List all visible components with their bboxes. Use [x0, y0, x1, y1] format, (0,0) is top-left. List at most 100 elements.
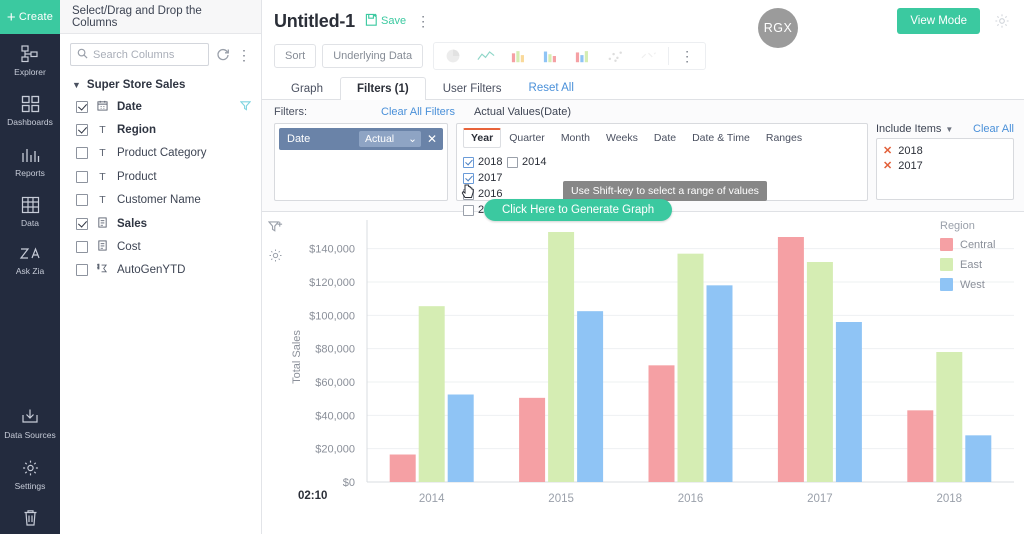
chart-overflow-icon[interactable]: ⋮ [673, 49, 701, 63]
scatter-chart-icon[interactable] [600, 47, 631, 65]
column-checkbox[interactable] [76, 194, 88, 207]
sort-button[interactable]: Sort [274, 44, 317, 68]
remove-icon[interactable]: ✕ [883, 144, 892, 157]
bar-2017-East[interactable] [806, 262, 833, 482]
bar-2015-Central[interactable] [519, 397, 546, 482]
column-checkbox[interactable] [76, 100, 88, 113]
include-items-label[interactable]: Include Items [876, 123, 941, 135]
sidebar-item-settings[interactable]: Settings [0, 448, 60, 498]
column-item-sales[interactable]: Sales [60, 212, 261, 235]
create-button[interactable]: + Create [0, 0, 60, 34]
bar-2018-East[interactable] [936, 352, 963, 482]
sidebar-item-reports[interactable]: Reports [0, 135, 60, 185]
filter-applied-icon[interactable] [239, 100, 252, 114]
subtab-quarter[interactable]: Quarter [501, 128, 553, 148]
clear-all-filters-link[interactable]: Clear All Filters [381, 106, 455, 118]
tab-user-filters[interactable]: User Filters [426, 77, 519, 100]
close-icon[interactable]: ✕ [427, 132, 437, 146]
column-checkbox[interactable] [76, 241, 88, 254]
avatar[interactable]: RGX [758, 8, 798, 48]
bar-2018-Central[interactable] [907, 410, 934, 482]
year-checkbox[interactable] [463, 156, 474, 168]
subtab-date[interactable]: Date [646, 128, 684, 148]
column-item-product[interactable]: T Product [60, 165, 261, 188]
sidebar-item-dashboards[interactable]: Dashboards [0, 84, 60, 134]
gear-icon[interactable] [990, 9, 1014, 33]
dataset-title-row[interactable]: ▼ Super Store Sales [60, 72, 261, 95]
generate-graph-button[interactable]: Click Here to Generate Graph [484, 199, 673, 221]
bar-2017-Central[interactable] [777, 237, 804, 482]
column-chart-icon[interactable] [536, 47, 566, 65]
subtab-month[interactable]: Month [553, 128, 598, 148]
column-item-customer-name[interactable]: T Customer Name [60, 189, 261, 212]
column-checkbox[interactable] [76, 217, 88, 230]
bar-2018-West[interactable] [965, 435, 992, 482]
number-type-icon [96, 217, 109, 231]
bar-chart-icon[interactable] [504, 47, 534, 65]
search-columns-box[interactable] [70, 43, 209, 66]
bar-2015-East[interactable] [548, 232, 575, 482]
column-item-product-category[interactable]: T Product Category [60, 142, 261, 165]
underlying-data-button[interactable]: Underlying Data [322, 44, 424, 68]
chart-type-group: ⋮ [433, 42, 707, 70]
reset-all-link[interactable]: Reset All [519, 77, 584, 99]
sidebar-item-data[interactable]: Data [0, 185, 60, 235]
bar-2014-East[interactable] [418, 306, 445, 482]
chevron-down-icon[interactable]: ▼ [945, 125, 953, 134]
sidebar-item-data-sources[interactable]: Data Sources [0, 397, 60, 447]
bar-2017-West[interactable] [835, 322, 862, 482]
tab-graph[interactable]: Graph [274, 77, 340, 100]
column-item-autogenytd[interactable]: AutoGenYTD [60, 259, 261, 282]
column-label: Product Category [117, 147, 207, 160]
column-item-region[interactable]: T Region [60, 118, 261, 141]
save-button[interactable]: Save [365, 13, 406, 30]
year-checkbox[interactable] [463, 172, 474, 184]
view-mode-button[interactable]: View Mode [897, 8, 980, 34]
tab-filters[interactable]: Filters (1) [339, 77, 426, 100]
filter-chip-mode-select[interactable]: Actual ⌄ [358, 131, 421, 147]
clear-all-link[interactable]: Clear All [973, 123, 1014, 135]
kebab-menu-icon[interactable]: ⋮ [237, 48, 251, 62]
column-checkbox[interactable] [76, 124, 88, 137]
column-item-cost[interactable]: Cost [60, 235, 261, 258]
page-title[interactable]: Untitled-1 [274, 11, 355, 32]
toolbar-divider [668, 47, 670, 65]
subtab-weeks[interactable]: Weeks [598, 128, 646, 148]
year-checkbox[interactable] [507, 156, 518, 168]
column-checkbox[interactable] [76, 264, 88, 277]
bar-2016-Central[interactable] [648, 365, 675, 482]
line-chart-icon[interactable] [470, 47, 502, 65]
more-charts-icon[interactable] [633, 47, 664, 65]
bar-2015-West[interactable] [577, 311, 604, 482]
included-value-2017[interactable]: ✕ 2017 [883, 158, 1007, 173]
refresh-icon[interactable] [216, 48, 230, 62]
sidebar-item-explorer[interactable]: Explorer [0, 34, 60, 84]
column-checkbox[interactable] [76, 170, 88, 183]
sidebar-item-ask-zia[interactable]: Ask Zia [0, 235, 60, 283]
bar-2014-West[interactable] [447, 394, 474, 483]
column-checkbox[interactable] [76, 147, 88, 160]
sidebar-item-trash[interactable] [0, 498, 60, 534]
search-input[interactable] [93, 48, 202, 61]
legend-item-central[interactable]: Central [940, 238, 1016, 251]
bar-2016-East[interactable] [677, 253, 704, 482]
chevron-down-icon: ▼ [72, 80, 81, 90]
legend-item-west[interactable]: West [940, 278, 1016, 291]
included-value-2018[interactable]: ✕ 2018 [883, 143, 1007, 158]
title-more-icon[interactable]: ⋮ [416, 14, 430, 28]
applied-filters-box: Date Actual ⌄ ✕ [274, 123, 448, 201]
stacked-bar-icon[interactable] [568, 47, 598, 65]
column-item-date[interactable]: Date [60, 95, 261, 118]
y-axis-tick-label: $120,000 [309, 277, 355, 289]
legend-item-east[interactable]: East [940, 258, 1016, 271]
subtab-ranges[interactable]: Ranges [758, 128, 810, 148]
bar-2016-West[interactable] [706, 285, 733, 482]
bar-2014-Central[interactable] [389, 454, 416, 483]
remove-icon[interactable]: ✕ [883, 159, 892, 172]
y-axis-tick-label: $80,000 [315, 344, 355, 356]
filter-chip-date[interactable]: Date Actual ⌄ ✕ [279, 128, 443, 150]
subtab-year[interactable]: Year [463, 128, 502, 148]
subtab-date-time[interactable]: Date & Time [684, 128, 758, 148]
year-option-2014[interactable]: 2014 [507, 154, 546, 170]
pie-chart-icon[interactable] [438, 46, 468, 66]
